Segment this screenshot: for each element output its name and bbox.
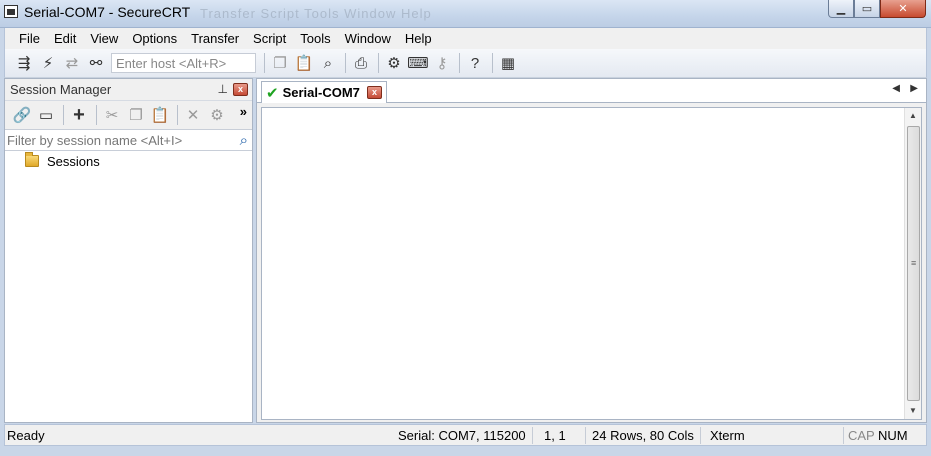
status-ready: Ready bbox=[7, 428, 45, 443]
status-num: NUM bbox=[878, 428, 908, 443]
status-connection: Serial: COM7, 115200 bbox=[398, 428, 526, 443]
menu-options[interactable]: Options bbox=[125, 31, 184, 46]
session-filter-input[interactable] bbox=[5, 132, 225, 148]
cut-icon[interactable]: ✂ bbox=[101, 104, 123, 126]
tree-item-sessions[interactable]: Sessions bbox=[5, 152, 252, 170]
toolbar-divider bbox=[264, 53, 265, 73]
vertical-scrollbar[interactable]: ▲ ≡ ▼ bbox=[904, 108, 921, 419]
copy-icon[interactable]: ❐ bbox=[269, 52, 291, 74]
toolbar-divider bbox=[459, 53, 460, 73]
search-icon[interactable]: ⌕ bbox=[240, 132, 248, 149]
more-icon[interactable]: » bbox=[240, 104, 247, 119]
window-title: Serial-COM7 - SecureCRT bbox=[24, 4, 191, 20]
menu-window[interactable]: Window bbox=[338, 31, 398, 46]
toolbar-divider bbox=[63, 105, 64, 125]
paste-icon[interactable]: 📋 bbox=[293, 52, 315, 74]
folder-icon bbox=[25, 152, 39, 167]
tab-close-button[interactable]: x bbox=[367, 86, 382, 99]
menu-bar: File Edit View Options Transfer Script T… bbox=[4, 28, 927, 49]
session-manager-toolbar: 🔗 ▭ + ✂ ❐ 📋 ✕ ⚙ » bbox=[5, 101, 252, 129]
connected-check-icon: ✔ bbox=[266, 84, 279, 102]
reconnect-icon[interactable]: ⇄ bbox=[61, 52, 83, 74]
session-manager-header: Session Manager ⊥ x bbox=[5, 79, 252, 101]
key-icon[interactable]: ⚷ bbox=[431, 52, 453, 74]
new-window-icon[interactable]: ▭ bbox=[35, 104, 57, 126]
title-bar: Serial-COM7 - SecureCRT Transfer Script … bbox=[0, 0, 931, 28]
app-icon[interactable] bbox=[4, 5, 18, 18]
scroll-down-icon[interactable]: ▼ bbox=[905, 403, 921, 419]
status-cap: CAP bbox=[848, 428, 875, 443]
minimize-button[interactable]: ▁ bbox=[828, 0, 854, 18]
tab-serial-com7[interactable]: ✔ Serial-COM7 x bbox=[261, 81, 387, 103]
terminal-screen[interactable]: ▲ ≡ ▼ bbox=[261, 107, 922, 420]
menu-script[interactable]: Script bbox=[246, 31, 293, 46]
toolbar-divider bbox=[177, 105, 178, 125]
settings-icon[interactable]: ⚙ bbox=[383, 52, 405, 74]
scroll-up-icon[interactable]: ▲ bbox=[905, 108, 921, 124]
menu-edit[interactable]: Edit bbox=[47, 31, 83, 46]
session-filter: ⌕ bbox=[5, 129, 252, 151]
tab-label: Serial-COM7 bbox=[282, 85, 360, 100]
tree-item-label: Sessions bbox=[47, 153, 100, 169]
status-bar: Ready Serial: COM7, 115200 1, 1 24 Rows,… bbox=[4, 424, 927, 446]
menu-tools[interactable]: Tools bbox=[293, 31, 337, 46]
status-divider bbox=[700, 427, 701, 444]
pin-icon[interactable]: ⊥ bbox=[218, 82, 228, 96]
maximize-button[interactable]: ▭ bbox=[854, 0, 880, 18]
toolbar-divider bbox=[345, 53, 346, 73]
keymap-icon[interactable]: ⌨ bbox=[407, 52, 429, 74]
session-manager-title: Session Manager bbox=[10, 82, 112, 97]
session-manager-close-button[interactable]: x bbox=[233, 83, 248, 96]
scroll-thumb[interactable]: ≡ bbox=[907, 126, 920, 401]
find-icon[interactable]: ⌕ bbox=[317, 52, 339, 74]
main-toolbar: ⇶ ⚡ ⇄ ⚯ ❐ 📋 ⌕ ⎙ ⚙ ⌨ ⚷ ? ▦ bbox=[4, 49, 927, 78]
disconnect-icon[interactable]: ⚯ bbox=[85, 52, 107, 74]
status-divider bbox=[843, 427, 844, 444]
status-terminal-type: Xterm bbox=[710, 428, 745, 443]
status-divider bbox=[585, 427, 586, 444]
add-session-icon[interactable]: + bbox=[68, 104, 90, 126]
menu-view[interactable]: View bbox=[83, 31, 125, 46]
scroll-grip-icon: ≡ bbox=[911, 258, 917, 268]
ghost-menu-text: Transfer Script Tools Window Help bbox=[200, 6, 432, 21]
menu-transfer[interactable]: Transfer bbox=[184, 31, 246, 46]
sftp-icon[interactable]: ▦ bbox=[497, 52, 519, 74]
connect-icon[interactable]: ⇶ bbox=[13, 52, 35, 74]
toolbar-divider bbox=[492, 53, 493, 73]
paste-session-icon[interactable]: 📋 bbox=[149, 104, 171, 126]
menu-file[interactable]: File bbox=[5, 31, 47, 46]
tab-strip: ✔ Serial-COM7 x ◀ ▶ bbox=[257, 79, 926, 103]
quick-connect-icon[interactable]: ⚡ bbox=[37, 52, 59, 74]
tab-scroll-left-icon[interactable]: ◀ bbox=[892, 83, 900, 94]
properties-icon[interactable]: ⚙ bbox=[206, 104, 228, 126]
toolbar-divider bbox=[96, 105, 97, 125]
close-window-button[interactable]: ✕ bbox=[880, 0, 926, 18]
print-icon[interactable]: ⎙ bbox=[350, 52, 372, 74]
delete-icon[interactable]: ✕ bbox=[182, 104, 204, 126]
status-divider bbox=[532, 427, 533, 444]
host-input[interactable] bbox=[111, 53, 256, 73]
copy-session-icon[interactable]: ❐ bbox=[125, 104, 147, 126]
terminal-area: ✔ Serial-COM7 x ◀ ▶ ▲ ≡ ▼ bbox=[256, 78, 927, 423]
status-size: 24 Rows, 80 Cols bbox=[592, 428, 694, 443]
toolbar-divider bbox=[378, 53, 379, 73]
session-manager-panel: Session Manager ⊥ x 🔗 ▭ + ✂ ❐ 📋 ✕ ⚙ » ⌕ … bbox=[4, 78, 253, 423]
help-icon[interactable]: ? bbox=[464, 52, 486, 74]
tab-scroll-right-icon[interactable]: ▶ bbox=[910, 83, 918, 94]
status-cursor-position: 1, 1 bbox=[544, 428, 566, 443]
menu-help[interactable]: Help bbox=[398, 31, 439, 46]
link-icon[interactable]: 🔗 bbox=[11, 104, 33, 126]
